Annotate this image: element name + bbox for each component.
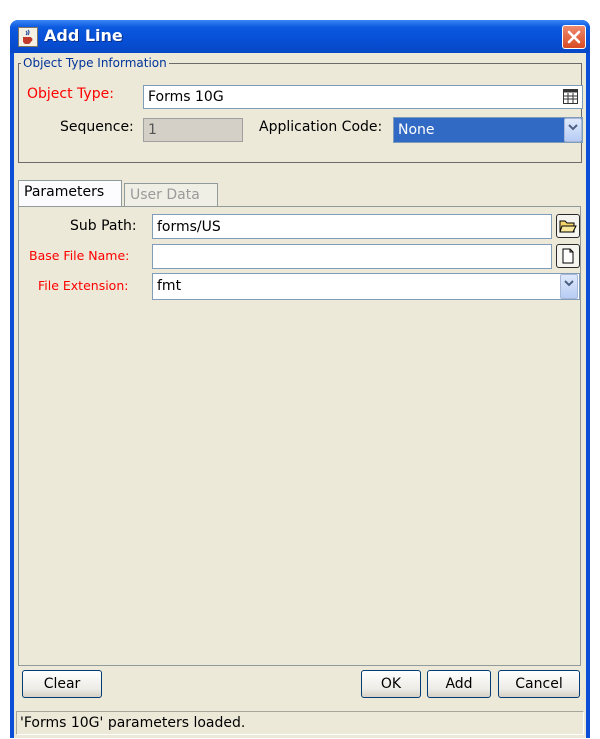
- parameters-panel: Sub Path: Base File Name: File Extension…: [18, 206, 581, 666]
- status-text: 'Forms 10G' parameters loaded.: [20, 715, 246, 731]
- close-icon: [567, 30, 581, 44]
- tab-parameters[interactable]: Parameters: [18, 180, 122, 206]
- object-type-input[interactable]: [143, 85, 583, 109]
- application-code-select[interactable]: None: [393, 117, 583, 143]
- sub-path-input[interactable]: [152, 214, 552, 239]
- close-button[interactable]: [562, 25, 586, 49]
- dialog-body: Object Type Information Object Type: Seq…: [14, 53, 586, 738]
- status-bar: 'Forms 10G' parameters loaded.: [16, 711, 584, 735]
- open-folder-icon: [559, 220, 577, 233]
- base-file-name-input[interactable]: [152, 244, 552, 269]
- group-legend: Object Type Information: [21, 56, 169, 70]
- add-button[interactable]: Add: [427, 670, 491, 698]
- tab-parameters-label: Parameters: [24, 184, 105, 200]
- add-line-dialog: Add Line Object Type Information Object …: [10, 20, 590, 738]
- application-code-dropdown-button[interactable]: [564, 118, 582, 142]
- title-bar[interactable]: Add Line: [10, 20, 590, 53]
- sub-path-browse-button[interactable]: [556, 214, 580, 238]
- java-cup-icon: [18, 27, 38, 47]
- file-extension-label: File Extension:: [38, 278, 129, 293]
- ok-button[interactable]: OK: [361, 670, 421, 698]
- sequence-label: Sequence:: [60, 119, 134, 135]
- tab-user-data[interactable]: User Data: [124, 183, 218, 206]
- base-file-name-browse-button[interactable]: [556, 244, 580, 268]
- cancel-button[interactable]: Cancel: [498, 670, 580, 698]
- chevron-down-icon: [564, 280, 574, 287]
- chevron-down-icon: [568, 124, 578, 131]
- object-type-information-group: Object Type Information Object Type: Seq…: [18, 56, 583, 163]
- window-title: Add Line: [44, 26, 123, 45]
- file-extension-dropdown-button[interactable]: [560, 274, 578, 299]
- object-type-label: Object Type:: [27, 86, 114, 102]
- sub-path-label: Sub Path:: [70, 218, 137, 234]
- file-extension-value: fmt: [157, 278, 182, 294]
- tab-user-data-label: User Data: [130, 187, 200, 203]
- clear-button[interactable]: Clear: [22, 670, 102, 698]
- application-code-value: None: [398, 122, 435, 138]
- base-file-name-label: Base File Name:: [29, 248, 130, 263]
- new-file-icon: [562, 248, 574, 264]
- sequence-field: [143, 118, 243, 142]
- file-extension-select[interactable]: fmt: [152, 273, 580, 300]
- application-code-label: Application Code:: [259, 119, 383, 135]
- grid-lookup-icon[interactable]: [563, 89, 578, 108]
